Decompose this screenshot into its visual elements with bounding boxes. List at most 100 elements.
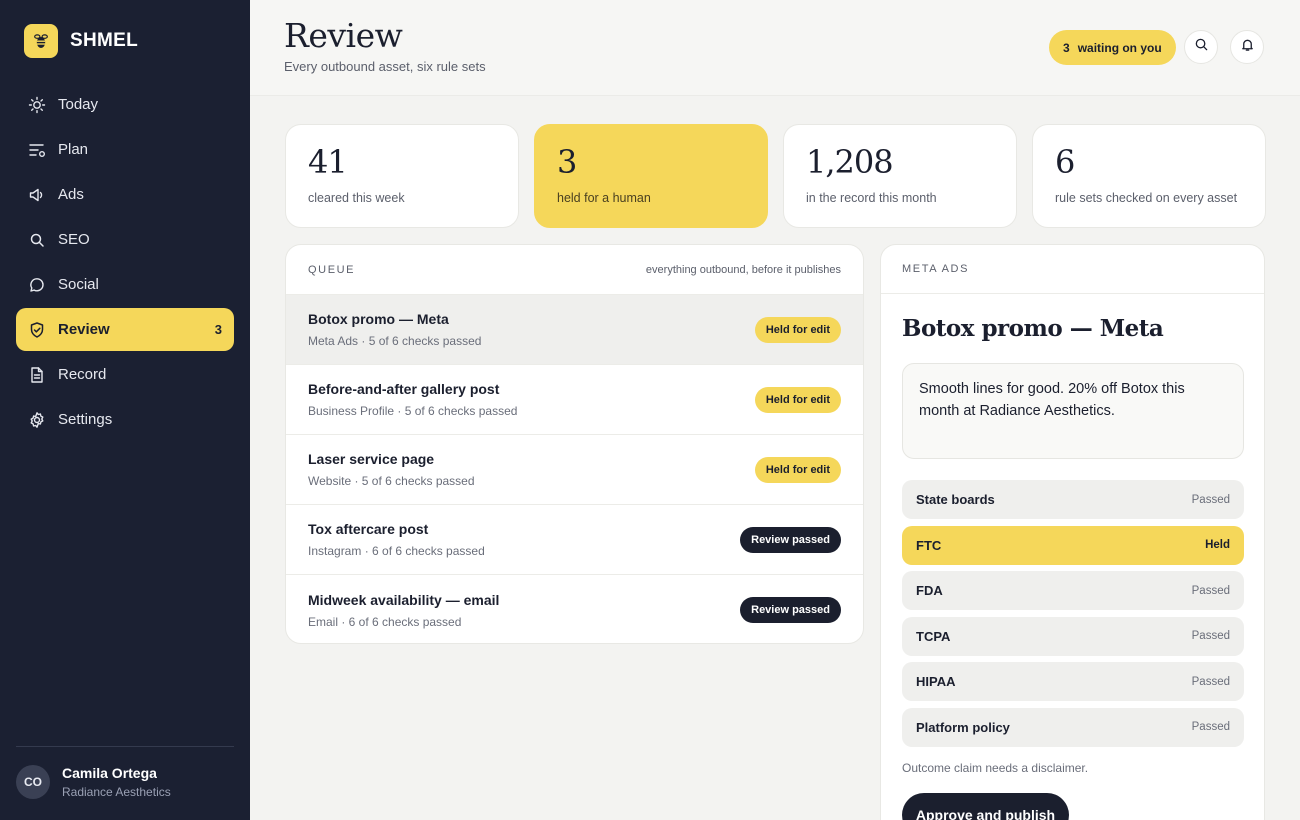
queue-note: everything outbound, before it publishes xyxy=(645,263,841,276)
rule-checks: State boards Passed FTC Held FDA Passed … xyxy=(902,480,1244,754)
queue-header: QUEUE everything outbound, before it pub… xyxy=(286,245,863,295)
waiting-label: waiting on you xyxy=(1077,40,1162,55)
waiting-count: 3 xyxy=(1063,40,1070,55)
rule-check-ftc[interactable]: FTC Held xyxy=(902,525,1244,565)
review-count-badge: 3 xyxy=(214,322,222,337)
plan-list-icon xyxy=(28,141,46,159)
queue-item-title: Midweek availability — email xyxy=(308,591,500,608)
chat-bubble-icon xyxy=(28,276,46,294)
queue-item-meta: Meta Ads · 5 of 6 checks passed xyxy=(308,334,482,348)
queue-item-title: Tox aftercare post xyxy=(308,521,429,537)
queue-panel: QUEUE everything outbound, before it pub… xyxy=(285,244,864,644)
queue-row[interactable]: Laser service page Website · 5 of 6 chec… xyxy=(286,435,863,505)
brand-name: SHMEL xyxy=(70,30,138,51)
sidebar-item-plan[interactable]: Plan xyxy=(16,128,234,171)
sidebar-item-social[interactable]: Social xyxy=(16,263,234,306)
sidebar-nav: Today Plan Ads SEO Social Review 3 Recor… xyxy=(16,83,234,443)
sidebar-item-ads[interactable]: Ads xyxy=(16,173,234,216)
sidebar-item-label: Plan xyxy=(58,141,89,158)
status-badge: Review passed xyxy=(740,526,841,553)
search-icon xyxy=(28,231,46,249)
status-badge: Held for edit xyxy=(754,456,841,483)
page-title: Review xyxy=(284,16,403,55)
queue-row[interactable]: Botox promo — Meta Meta Ads · 5 of 6 che… xyxy=(286,295,863,365)
stat-label: held for a human xyxy=(557,191,651,205)
stat-value: 1,208 xyxy=(806,143,894,181)
search-button[interactable] xyxy=(1184,30,1218,64)
rule-status: Passed xyxy=(1191,721,1230,734)
queue-row[interactable]: Tox aftercare post Instagram · 6 of 6 ch… xyxy=(286,505,863,575)
notifications-button[interactable] xyxy=(1230,30,1264,64)
rule-check-platform-policy[interactable]: Platform policy Passed xyxy=(902,707,1244,747)
page-header: Review Every outbound asset, six rule se… xyxy=(250,0,1300,96)
rule-status: Passed xyxy=(1191,630,1230,643)
bell-icon xyxy=(1240,37,1255,57)
stat-label: rule sets checked on every asset xyxy=(1055,191,1238,205)
sidebar-item-label: Settings xyxy=(58,411,113,428)
rule-status: Held xyxy=(1205,539,1230,552)
queue-item-meta: Business Profile · 5 of 6 checks passed xyxy=(308,404,518,418)
queue-item-meta: Website · 5 of 6 checks passed xyxy=(308,474,475,488)
sidebar-item-label: Record xyxy=(58,366,107,383)
sidebar: SHMEL Today Plan Ads SEO Social Review 3… xyxy=(0,0,250,820)
rule-name: Platform policy xyxy=(916,719,1010,735)
search-icon xyxy=(1194,37,1209,57)
detail-channel: META ADS xyxy=(881,245,1264,294)
ad-copy-textarea[interactable]: Smooth lines for good. 20% off Botox thi… xyxy=(902,363,1244,459)
stat-label: cleared this week xyxy=(308,191,405,205)
user-name: Camila Ortega xyxy=(62,765,157,781)
rule-check-hipaa[interactable]: HIPAA Passed xyxy=(902,662,1244,702)
bee-icon xyxy=(24,24,58,58)
rule-name: HIPAA xyxy=(916,674,956,690)
queue-item-meta: Email · 6 of 6 checks passed xyxy=(308,614,462,629)
status-badge: Review passed xyxy=(740,597,841,623)
stat-card-cleared: 41 cleared this week xyxy=(285,124,519,228)
sidebar-item-record[interactable]: Record xyxy=(16,353,234,396)
queue-title: QUEUE xyxy=(308,263,356,276)
detail-title: Botox promo — Meta xyxy=(902,315,1164,342)
sidebar-item-label: Review xyxy=(58,321,110,338)
waiting-on-you-badge[interactable]: 3 waiting on you xyxy=(1049,30,1176,65)
queue-item-meta: Instagram · 6 of 6 checks passed xyxy=(308,544,485,558)
stat-card-record: 1,208 in the record this month xyxy=(783,124,1017,228)
detail-panel: META ADS Botox promo — Meta Smooth lines… xyxy=(880,244,1265,820)
rule-status: Passed xyxy=(1191,675,1230,688)
sidebar-item-today[interactable]: Today xyxy=(16,83,234,126)
sidebar-item-label: Ads xyxy=(58,186,84,203)
stat-label: in the record this month xyxy=(806,191,937,205)
rule-name: State boards xyxy=(916,492,995,507)
sidebar-item-settings[interactable]: Settings xyxy=(16,398,234,441)
page-subtitle: Every outbound asset, six rule sets xyxy=(284,59,486,74)
rule-check-tcpa[interactable]: TCPA Passed xyxy=(902,616,1244,656)
rule-check-fda[interactable]: FDA Passed xyxy=(902,571,1244,611)
megaphone-icon xyxy=(28,186,46,204)
rule-status: Passed xyxy=(1191,584,1230,597)
sidebar-item-label: Social xyxy=(58,276,99,293)
sidebar-item-label: Today xyxy=(58,96,99,113)
rule-name: FDA xyxy=(916,583,943,599)
gear-icon xyxy=(28,411,46,429)
queue-item-title: Botox promo — Meta xyxy=(308,311,449,327)
brand[interactable]: SHMEL xyxy=(24,24,138,58)
sidebar-item-label: SEO xyxy=(58,231,90,248)
stat-card-held: 3 held for a human xyxy=(534,124,768,228)
sun-icon xyxy=(28,96,46,114)
shield-icon xyxy=(28,321,46,339)
queue-row[interactable]: Midweek availability — email Email · 6 o… xyxy=(286,575,863,643)
queue-item-title: Before-and-after gallery post xyxy=(308,381,500,397)
stat-card-rule-sets: 6 rule sets checked on every asset xyxy=(1032,124,1266,228)
sidebar-item-review[interactable]: Review 3 xyxy=(16,308,234,351)
stat-value: 3 xyxy=(557,143,577,181)
user-profile[interactable]: CO Camila Ortega Radiance Aesthetics xyxy=(16,746,234,799)
stat-value: 6 xyxy=(1055,143,1075,181)
user-org: Radiance Aesthetics xyxy=(62,785,171,799)
rule-status: Passed xyxy=(1191,493,1230,506)
rule-check-state-boards[interactable]: State boards Passed xyxy=(902,480,1244,519)
sidebar-item-seo[interactable]: SEO xyxy=(16,218,234,261)
stat-value: 41 xyxy=(308,143,348,181)
status-badge: Held for edit xyxy=(754,316,841,343)
document-icon xyxy=(28,366,46,384)
approve-and-publish-button[interactable]: Approve and publish xyxy=(902,793,1069,820)
rule-name: TCPA xyxy=(916,628,951,644)
queue-row[interactable]: Before-and-after gallery post Business P… xyxy=(286,365,863,435)
